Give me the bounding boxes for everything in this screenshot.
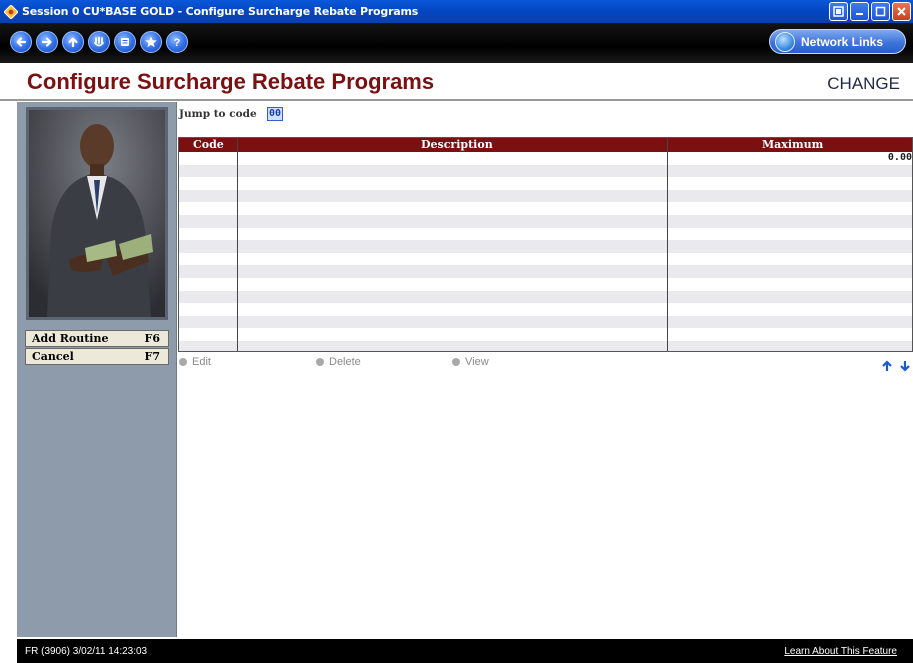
down-icon[interactable]	[88, 31, 110, 53]
main-content: Jump to code 00 Code Description Maximum…	[177, 102, 913, 637]
globe-icon	[775, 31, 795, 52]
table-row[interactable]	[179, 253, 912, 266]
table-row[interactable]	[179, 278, 912, 291]
cancel-button[interactable]: Cancel F7	[25, 348, 169, 365]
svg-text:?: ?	[174, 37, 181, 49]
table-row[interactable]	[179, 215, 912, 228]
help-icon[interactable]: ?	[166, 31, 188, 53]
page-title: Configure Surcharge Rebate Programs	[27, 69, 435, 94]
maximum-cell: 0.00	[887, 152, 912, 163]
column-header-code[interactable]: Code	[193, 138, 224, 152]
edit-action[interactable]: Edit	[179, 356, 211, 368]
view-action[interactable]: View	[452, 356, 489, 368]
table-row[interactable]	[179, 240, 912, 253]
view-bullet-icon	[452, 358, 460, 366]
table-row[interactable]	[179, 290, 912, 304]
delete-bullet-icon	[316, 358, 324, 366]
sidebar-photo	[26, 107, 168, 320]
scroll-down-icon[interactable]	[899, 360, 911, 372]
restore-icon[interactable]	[829, 2, 848, 21]
app-icon	[4, 4, 18, 19]
table-row[interactable]	[179, 228, 912, 241]
toolbar: ? Network Links	[0, 23, 913, 63]
delete-label: Delete	[329, 356, 361, 368]
delete-action[interactable]: Delete	[316, 356, 361, 368]
minimize-icon[interactable]	[850, 2, 869, 21]
favorites-icon[interactable]	[140, 31, 162, 53]
up-icon[interactable]	[62, 31, 84, 53]
page-header: Configure Surcharge Rebate Programs CHAN…	[0, 63, 913, 101]
scroll-up-icon[interactable]	[881, 360, 893, 372]
print-icon[interactable]	[114, 31, 136, 53]
table-row[interactable]	[179, 164, 912, 178]
table-row[interactable]	[179, 315, 912, 329]
table-row[interactable]	[179, 189, 912, 203]
businessman-image	[29, 110, 165, 317]
table-row[interactable]	[179, 152, 912, 165]
view-label: View	[465, 356, 489, 368]
table-row[interactable]	[179, 328, 912, 341]
codes-table: Code Description Maximum 0.00	[178, 137, 913, 352]
jump-to-code-label: Jump to code	[179, 108, 257, 120]
table-row[interactable]	[179, 341, 912, 351]
maximize-icon[interactable]	[871, 2, 890, 21]
fkey-shortcut: F7	[144, 350, 160, 363]
learn-about-feature-link[interactable]: Learn About This Feature	[784, 646, 897, 657]
window-title: Session 0 CU*BASE GOLD - Configure Surch…	[22, 5, 419, 18]
forward-icon[interactable]	[36, 31, 58, 53]
table-row[interactable]	[179, 177, 912, 190]
table-header: Code Description Maximum	[179, 138, 912, 152]
network-links-button[interactable]: Network Links	[769, 29, 906, 54]
jump-to-code-input[interactable]: 00	[267, 107, 283, 121]
sidebar: Add Routine F6 Cancel F7	[17, 102, 177, 637]
column-header-description[interactable]: Description	[421, 138, 493, 152]
left-gutter	[0, 102, 17, 663]
mode-indicator: CHANGE	[827, 74, 900, 93]
fkey-shortcut: F6	[144, 332, 160, 345]
network-links-label: Network Links	[801, 34, 884, 49]
row-actions: Edit Delete View	[177, 356, 913, 372]
edit-label: Edit	[192, 356, 211, 368]
table-row[interactable]	[179, 303, 912, 316]
window-buttons	[829, 2, 911, 21]
column-divider	[237, 138, 238, 351]
column-header-maximum[interactable]: Maximum	[762, 138, 823, 152]
edit-bullet-icon	[179, 358, 187, 366]
fkey-label: Cancel	[32, 350, 74, 363]
scroll-arrows	[881, 360, 911, 372]
fkey-label: Add Routine	[32, 332, 109, 345]
window-titlebar: Session 0 CU*BASE GOLD - Configure Surch…	[0, 0, 913, 23]
add-routine-button[interactable]: Add Routine F6	[25, 330, 169, 347]
table-row[interactable]	[179, 202, 912, 215]
table-row[interactable]	[179, 265, 912, 278]
close-icon[interactable]	[892, 2, 911, 21]
column-divider	[667, 138, 668, 351]
back-icon[interactable]	[10, 31, 32, 53]
session-status: FR (3906) 3/02/11 14:23:03	[25, 645, 148, 657]
status-bar: FR (3906) 3/02/11 14:23:03 Learn About T…	[17, 639, 913, 663]
